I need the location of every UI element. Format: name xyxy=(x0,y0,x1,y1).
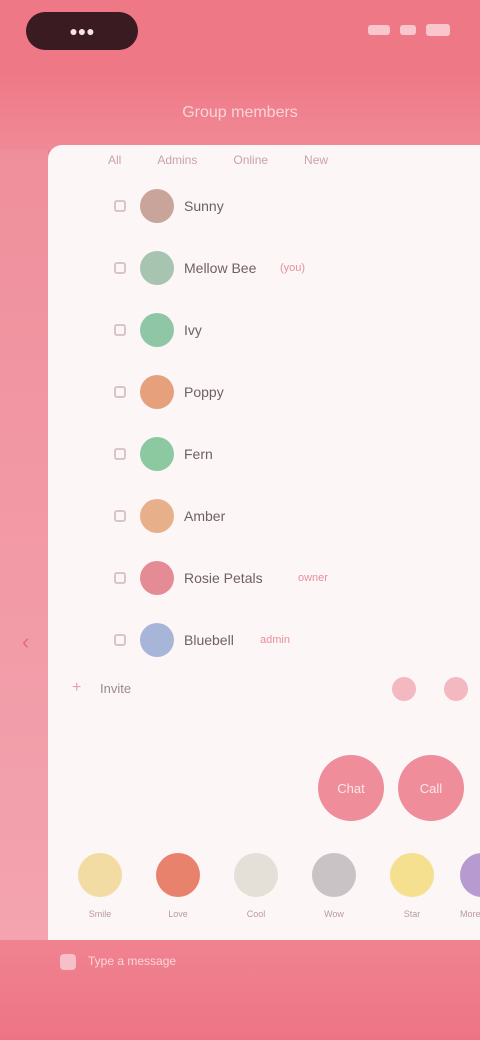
left-rail: ‹ xyxy=(0,150,48,940)
member-name: Sunny xyxy=(184,198,224,214)
message-input[interactable]: Type a message xyxy=(88,954,176,968)
battery-icon xyxy=(426,24,450,36)
member-name: Bluebell xyxy=(184,632,234,648)
wow-icon xyxy=(312,853,356,897)
category-more[interactable]: More xyxy=(460,853,480,919)
list-item[interactable]: Amber xyxy=(48,485,480,547)
avatar xyxy=(140,189,174,223)
avatar xyxy=(140,561,174,595)
chat-button[interactable]: Chat xyxy=(318,755,384,821)
category-wow[interactable]: Wow xyxy=(310,853,358,919)
invite-label[interactable]: Invite xyxy=(100,681,131,696)
member-name: Amber xyxy=(184,508,226,524)
checkbox[interactable] xyxy=(114,386,126,398)
checkbox[interactable] xyxy=(114,448,126,460)
star-icon xyxy=(390,853,434,897)
cool-icon xyxy=(234,853,278,897)
member-panel: All Admins Online New Sunny Mellow Bee (… xyxy=(48,145,480,940)
list-item[interactable]: Ivy xyxy=(48,299,480,361)
category-label: Star xyxy=(403,909,421,919)
category-row: Smile Love Cool Wow Star More xyxy=(76,853,480,933)
member-name: Mellow Bee xyxy=(184,260,257,276)
category-love[interactable]: Love xyxy=(154,853,202,919)
status-icons xyxy=(350,18,450,42)
edit-icon[interactable] xyxy=(392,677,416,701)
checkbox[interactable] xyxy=(114,510,126,522)
category-cool[interactable]: Cool xyxy=(232,853,280,919)
checkbox[interactable] xyxy=(114,200,126,212)
member-tag: admin xyxy=(260,634,290,646)
category-label: Smile xyxy=(88,909,112,919)
member-tag: (you) xyxy=(280,262,306,274)
category-label: More xyxy=(460,909,480,919)
checkbox[interactable] xyxy=(114,324,126,336)
plus-icon[interactable]: + xyxy=(72,679,81,697)
checkbox[interactable] xyxy=(114,262,126,274)
list-item[interactable]: Sunny xyxy=(48,175,480,237)
page-title: Group members xyxy=(182,104,298,121)
status-bar: ●●● xyxy=(0,0,480,70)
member-tag: owner xyxy=(298,572,328,584)
signal-icon xyxy=(368,25,390,35)
more-icon xyxy=(460,853,480,897)
chat-button-label: Chat xyxy=(337,780,365,796)
smile-icon xyxy=(78,853,122,897)
wifi-icon xyxy=(400,25,416,35)
list-item[interactable]: Rosie Petals owner xyxy=(48,547,480,609)
status-pill: ●●● xyxy=(26,12,138,50)
checkbox[interactable] xyxy=(114,634,126,646)
member-name: Ivy xyxy=(184,322,202,338)
chevron-left-icon[interactable]: ‹ xyxy=(22,628,40,656)
avatar xyxy=(140,313,174,347)
list-item[interactable]: Mellow Bee (you) xyxy=(48,237,480,299)
category-star[interactable]: Star xyxy=(388,853,436,919)
header: Group members xyxy=(0,70,480,150)
list-item[interactable]: Fern xyxy=(48,423,480,485)
call-button[interactable]: Call xyxy=(398,755,464,821)
checkbox[interactable] xyxy=(114,572,126,584)
list-item[interactable]: Poppy xyxy=(48,361,480,423)
more-icon[interactable] xyxy=(444,677,468,701)
keyboard-icon[interactable] xyxy=(60,954,76,970)
heart-icon xyxy=(156,853,200,897)
category-label: Wow xyxy=(324,909,344,919)
member-name: Rosie Petals xyxy=(184,570,263,586)
avatar xyxy=(140,375,174,409)
avatar xyxy=(140,623,174,657)
avatar xyxy=(140,437,174,471)
invite-row: + Invite xyxy=(72,675,480,705)
avatar xyxy=(140,251,174,285)
avatar xyxy=(140,499,174,533)
category-smile[interactable]: Smile xyxy=(76,853,124,919)
category-label: Love xyxy=(168,909,188,919)
bottom-bar: Type a message xyxy=(0,940,480,1040)
call-button-label: Call xyxy=(419,780,443,796)
member-name: Poppy xyxy=(184,384,224,400)
member-name: Fern xyxy=(184,446,213,462)
category-label: Cool xyxy=(246,909,266,919)
list-item[interactable]: Bluebell admin xyxy=(48,609,480,671)
